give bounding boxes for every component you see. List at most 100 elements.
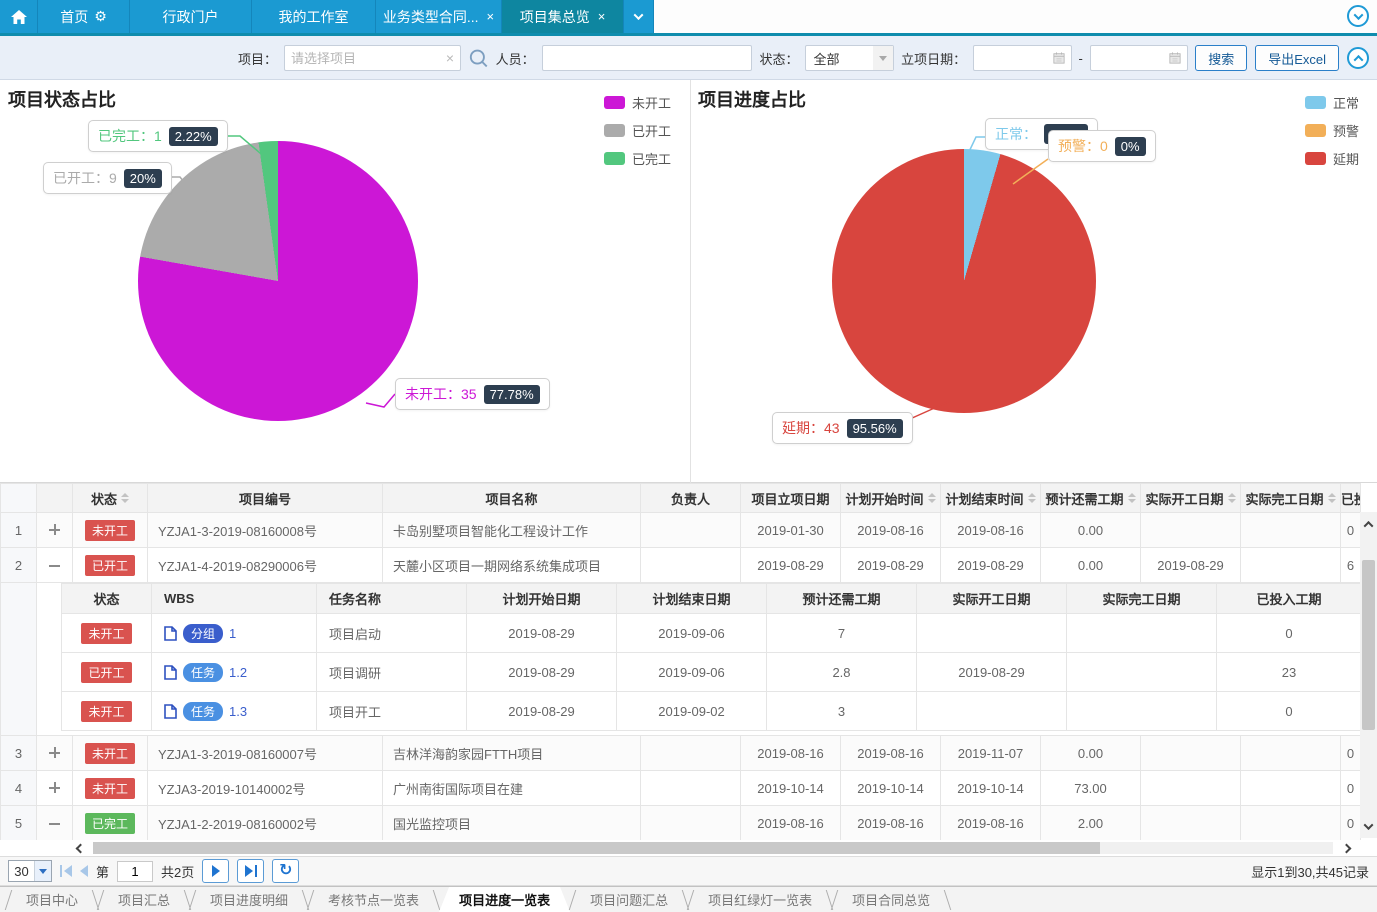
col-project-name[interactable]: 项目名称 <box>383 484 641 513</box>
close-icon[interactable]: × <box>598 9 606 24</box>
scrollbar-track[interactable] <box>93 842 1333 854</box>
col-invested[interactable]: 已投 <box>1341 484 1361 513</box>
collapse-icon[interactable] <box>49 823 60 825</box>
export-excel-button[interactable]: 导出Excel <box>1255 45 1339 71</box>
status-select[interactable]: 全部 <box>805 45 894 71</box>
col-plan-end[interactable]: 计划结束时间 <box>941 484 1041 513</box>
legend-item[interactable]: 正常 <box>1305 93 1359 112</box>
callout-not-started: 未开工：35 77.78% <box>395 378 550 410</box>
scroll-left-arrow[interactable] <box>72 842 88 854</box>
project-code: YZJA1-2-2019-08160002号 <box>148 806 383 841</box>
prev-page-button[interactable] <box>80 865 88 877</box>
date-to-field[interactable] <box>1090 45 1188 71</box>
document-icon[interactable] <box>164 665 177 680</box>
bottom-tab-progress-list[interactable]: 项目进度一览表 <box>439 887 570 912</box>
col-status[interactable]: 状态 <box>73 484 148 513</box>
wbs-number[interactable]: 1.3 <box>229 704 247 719</box>
sort-icon[interactable] <box>1228 493 1236 503</box>
col-actual-start[interactable]: 实际开工日期 <box>1141 484 1241 513</box>
scroll-right-arrow[interactable] <box>1338 842 1354 854</box>
progress-pie-chart[interactable] <box>832 149 1096 413</box>
percent-badge: 0% <box>1115 137 1146 156</box>
project-input[interactable] <box>291 51 442 66</box>
filter-bar: 项目： × 人员： 状态： 全部 立项日期： - 搜索 导出Excel <box>0 36 1377 80</box>
col-approve-date[interactable]: 项目立项日期 <box>741 484 841 513</box>
document-icon[interactable] <box>164 704 177 719</box>
expand-icon[interactable] <box>49 747 60 758</box>
sort-icon[interactable] <box>928 493 936 503</box>
bottom-tab-project-center[interactable]: 项目中心 <box>6 887 98 912</box>
owner <box>641 513 741 548</box>
legend-item[interactable]: 已开工 <box>604 121 671 140</box>
tab-list-dropdown[interactable] <box>624 0 654 33</box>
tab-project-overview[interactable]: 项目集总览 × <box>502 0 624 33</box>
scroll-down-arrow[interactable] <box>1360 816 1377 836</box>
tab-my-workspace[interactable]: 我的工作室 <box>252 0 376 33</box>
horizontal-scrollbar[interactable] <box>0 840 1377 856</box>
vertical-scrollbar[interactable] <box>1360 512 1377 838</box>
bottom-tab-assessment-nodes[interactable]: 考核节点一览表 <box>308 887 439 912</box>
panel-toggle-up-button[interactable] <box>1347 47 1369 69</box>
col-project-code[interactable]: 项目编号 <box>148 484 383 513</box>
expand-icon[interactable] <box>49 524 60 535</box>
legend-item[interactable]: 已完工 <box>604 149 671 168</box>
bottom-tab-contract-overview[interactable]: 项目合同总览 <box>832 887 950 912</box>
col-actual-end[interactable]: 实际完工日期 <box>1241 484 1341 513</box>
tab-business-contract[interactable]: 业务类型合同... × <box>376 0 502 33</box>
legend-item[interactable]: 未开工 <box>604 93 671 112</box>
sort-icon[interactable] <box>1328 493 1336 503</box>
col-plan-start[interactable]: 计划开始时间 <box>841 484 941 513</box>
person-input[interactable] <box>549 51 746 66</box>
expand-icon[interactable] <box>49 782 60 793</box>
project-select-field[interactable]: × <box>284 45 461 71</box>
task-name: 项目开工 <box>317 692 467 731</box>
col-owner[interactable]: 负责人 <box>641 484 741 513</box>
refresh-button[interactable]: ↻ <box>272 859 299 883</box>
legend-item[interactable]: 延期 <box>1305 149 1359 168</box>
tab-admin-portal[interactable]: 行政门户 <box>130 0 252 33</box>
callout-delayed: 延期：43 95.56% <box>772 412 913 444</box>
search-button[interactable]: 搜索 <box>1195 45 1247 71</box>
legend-item[interactable]: 预警 <box>1305 121 1359 140</box>
date-from-input[interactable] <box>980 51 1052 66</box>
person-field[interactable] <box>542 45 753 71</box>
gear-icon[interactable]: ⚙ <box>94 8 107 25</box>
scrollbar-thumb[interactable] <box>1362 560 1375 730</box>
first-page-button[interactable] <box>60 865 72 877</box>
bottom-tab-traffic-light[interactable]: 项目红绿灯一览表 <box>688 887 832 912</box>
last-page-button[interactable] <box>237 859 264 883</box>
bottom-tab-progress-detail[interactable]: 项目进度明细 <box>190 887 308 912</box>
bottom-tab-project-summary[interactable]: 项目汇总 <box>98 887 190 912</box>
document-icon[interactable] <box>164 626 177 641</box>
col-remain[interactable]: 预计还需工期 <box>1041 484 1141 513</box>
pagination-bar: 30 第 共2页 ↻ 显示1到30,共45记录 <box>0 856 1377 886</box>
wbs-number[interactable]: 1.2 <box>229 665 247 680</box>
home-tab[interactable] <box>0 0 38 33</box>
page-size-select[interactable]: 30 <box>8 860 52 882</box>
sort-icon[interactable] <box>1028 493 1036 503</box>
date-to-input[interactable] <box>1097 51 1169 66</box>
calendar-icon[interactable] <box>1169 51 1181 65</box>
next-page-button[interactable] <box>202 859 229 883</box>
sort-icon[interactable] <box>121 493 129 503</box>
close-icon[interactable]: × <box>487 9 495 24</box>
status-pie-chart[interactable] <box>138 141 418 421</box>
tab-label: 项目集总览 <box>520 7 590 27</box>
bottom-tab-issue-summary[interactable]: 项目问题汇总 <box>570 887 688 912</box>
panel-toggle-down-button[interactable] <box>1347 5 1369 27</box>
page-number-input[interactable] <box>117 861 153 882</box>
sort-icon[interactable] <box>1128 493 1136 503</box>
tab-homepage[interactable]: 首页 ⚙ <box>38 0 130 33</box>
refresh-icon: ↻ <box>279 863 292 879</box>
calendar-icon[interactable] <box>1053 51 1065 65</box>
scroll-up-arrow[interactable] <box>1360 514 1377 534</box>
date-from-field[interactable] <box>973 45 1071 71</box>
person-filter-label: 人员： <box>496 49 535 68</box>
collapse-icon[interactable] <box>49 565 60 567</box>
project-name: 国光监控项目 <box>383 806 641 841</box>
wbs-type-badge: 任务 <box>183 702 223 721</box>
scrollbar-thumb[interactable] <box>93 842 1100 854</box>
search-icon[interactable] <box>468 47 489 69</box>
wbs-number[interactable]: 1 <box>229 626 236 641</box>
clear-icon[interactable]: × <box>446 50 454 66</box>
